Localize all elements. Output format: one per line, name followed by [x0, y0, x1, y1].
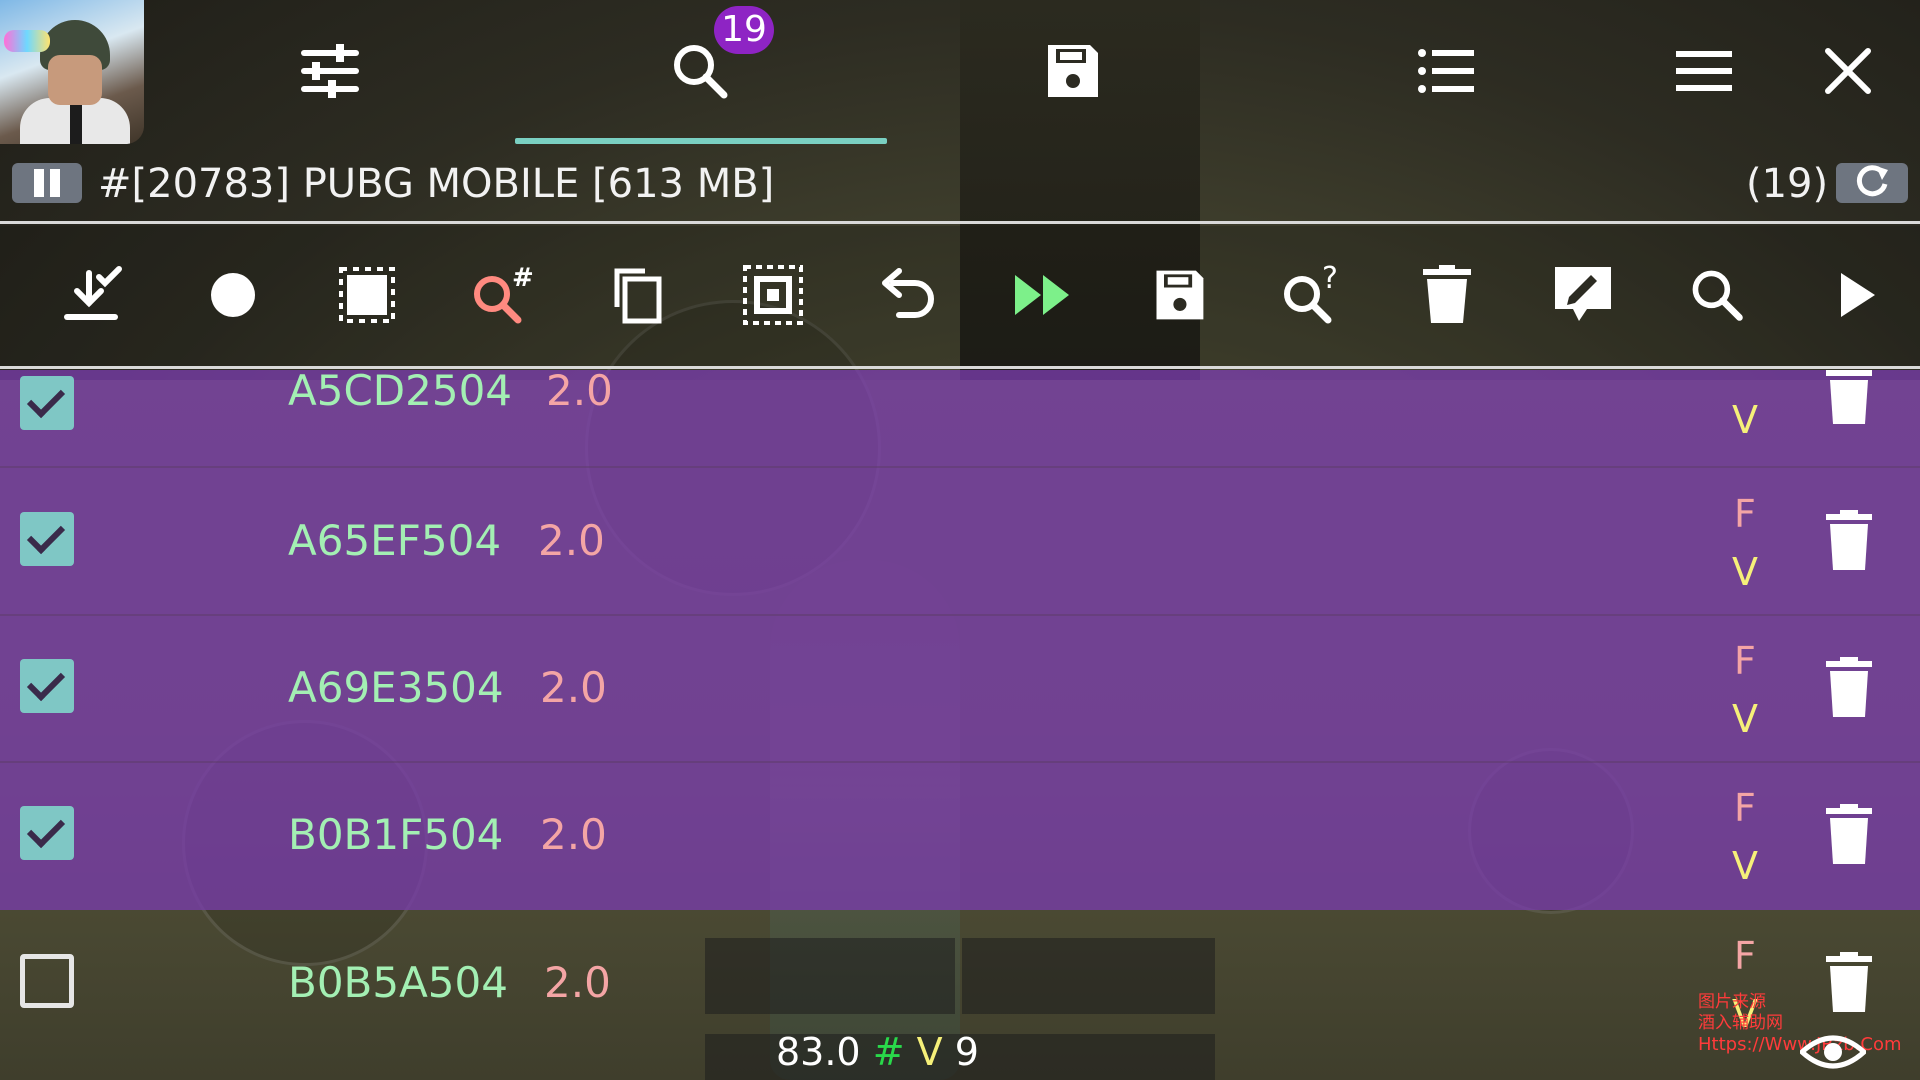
row-value: 2.0: [538, 516, 605, 565]
menu-icon[interactable]: [1668, 35, 1740, 107]
row-address: B0B1F504: [288, 810, 504, 859]
process-title: #[20783] PUBG MOBILE [613 MB]: [98, 161, 775, 207]
settings-sliders-icon[interactable]: [294, 35, 366, 107]
row-delete-icon[interactable]: [1826, 510, 1872, 572]
row-flag-f[interactable]: F: [1734, 639, 1756, 683]
row-delete-icon[interactable]: [1826, 804, 1872, 866]
search-unknown-icon[interactable]: ?: [1278, 260, 1348, 330]
fast-forward-icon[interactable]: [1008, 260, 1078, 330]
refresh-icon: [1852, 164, 1892, 202]
search-hash-icon[interactable]: #: [468, 260, 538, 330]
copy-icon[interactable]: [602, 260, 672, 330]
row-flag-f[interactable]: F: [1734, 786, 1756, 830]
list-item[interactable]: A69E3504 2.0 F V: [0, 615, 1920, 762]
list-item[interactable]: B0B1F504 2.0 F V: [0, 762, 1920, 909]
row-flag-f[interactable]: F: [1734, 492, 1756, 536]
action-toolbar: [0, 226, 1920, 366]
row-address: A65EF504: [288, 516, 502, 565]
svg-text:?: ?: [1322, 261, 1338, 296]
row-address: B0B5A504: [288, 958, 508, 1007]
play-icon[interactable]: [1822, 260, 1892, 330]
value-type: V: [916, 1030, 943, 1074]
save-icon[interactable]: [1144, 260, 1214, 330]
row-delete-icon[interactable]: [1826, 370, 1872, 432]
current-value: 83.0: [776, 1030, 861, 1074]
select-all-icon[interactable]: [332, 260, 402, 330]
eye-icon[interactable]: [1798, 1030, 1868, 1074]
undo-icon[interactable]: [874, 260, 944, 330]
list-item[interactable]: A65EF504 2.0 F V: [0, 468, 1920, 615]
row-flag-v[interactable]: V: [1732, 697, 1758, 741]
refresh-button[interactable]: [1836, 163, 1908, 203]
row-value: 2.0: [544, 958, 611, 1007]
search-results-badge: 19: [714, 6, 774, 54]
top-toolbar: 19: [0, 0, 1920, 150]
row-address: A69E3504: [288, 663, 504, 712]
row-flag-v[interactable]: V: [1732, 550, 1758, 594]
hash-marker: #: [872, 1030, 905, 1074]
edit-icon[interactable]: [1548, 260, 1618, 330]
delete-icon[interactable]: [1412, 260, 1482, 330]
list-icon[interactable]: [1410, 35, 1482, 107]
select-region-icon[interactable]: [738, 260, 808, 330]
row-flag-f[interactable]: F: [1734, 934, 1756, 978]
record-icon[interactable]: [198, 260, 268, 330]
pause-button[interactable]: [12, 163, 82, 203]
row-checkbox[interactable]: [20, 376, 74, 430]
row-value: 2.0: [540, 663, 607, 712]
current-value-readout: 83.0 # V 9: [776, 1030, 979, 1074]
row-checkbox[interactable]: [20, 954, 74, 1008]
game-inventory-slot: [962, 938, 1215, 1014]
watermark-line1: 图片来源: [1698, 992, 1766, 1012]
save-icon[interactable]: [1036, 35, 1108, 107]
row-checkbox[interactable]: [20, 512, 74, 566]
row-flag-v[interactable]: V: [1732, 398, 1758, 442]
svg-text:#: #: [512, 263, 534, 293]
row-flag-v[interactable]: V: [1732, 844, 1758, 888]
row-delete-icon[interactable]: [1826, 657, 1872, 719]
close-icon[interactable]: [1812, 35, 1884, 107]
active-tab-indicator: [515, 138, 887, 144]
divider: [0, 221, 1920, 224]
game-inventory-slot: [705, 938, 955, 1014]
search-icon[interactable]: [1682, 260, 1752, 330]
import-icon[interactable]: [58, 260, 128, 330]
row-address: A5CD2504: [288, 366, 513, 415]
row-value: 2.0: [546, 366, 613, 415]
result-count: (19): [1746, 161, 1829, 207]
row-value: 2.0: [540, 810, 607, 859]
app-icon[interactable]: [0, 0, 144, 144]
value-count: 9: [954, 1030, 979, 1074]
row-checkbox[interactable]: [20, 806, 74, 860]
row-checkbox[interactable]: [20, 659, 74, 713]
